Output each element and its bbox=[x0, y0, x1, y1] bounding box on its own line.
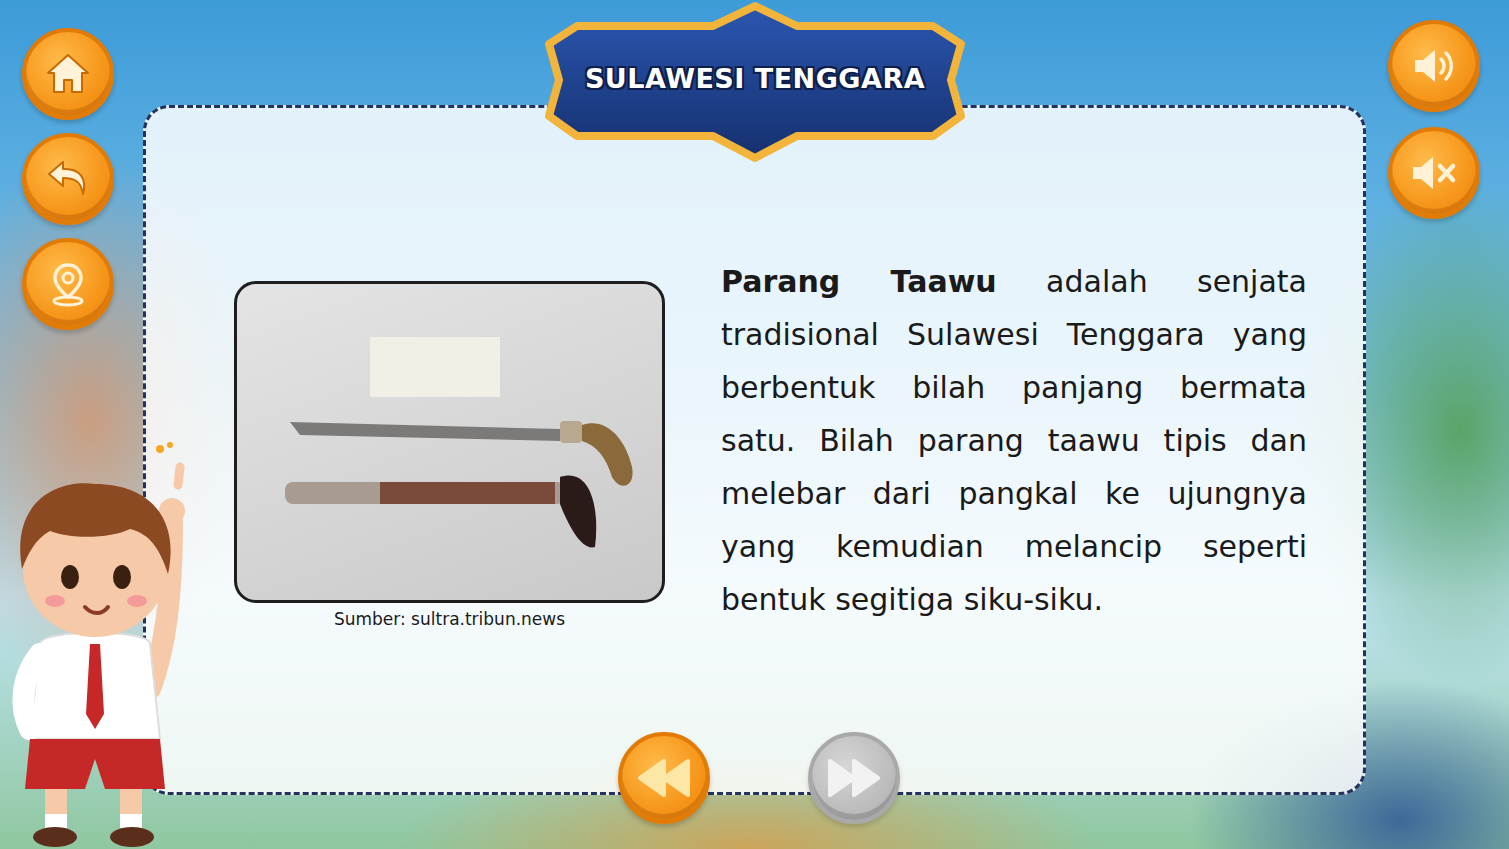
speaker-icon bbox=[1409, 41, 1459, 91]
learning-screen: Sumber: sultra.tribun.news Parang Taawu a… bbox=[0, 0, 1509, 849]
image-caption: Sumber: sultra.tribun.news bbox=[334, 609, 565, 629]
home-button[interactable] bbox=[22, 28, 114, 120]
weapon-photo bbox=[234, 281, 665, 603]
fast-forward-icon bbox=[824, 753, 884, 803]
figure: Sumber: sultra.tribun.news bbox=[234, 281, 665, 629]
rewind-icon bbox=[634, 753, 694, 803]
weapon-picture-icon bbox=[260, 317, 640, 567]
speaker-mute-icon bbox=[1409, 148, 1459, 198]
panel-content: Sumber: sultra.tribun.news Parang Taawu a… bbox=[146, 108, 1363, 732]
title-banner: SULAWESI TENGGARA bbox=[535, 0, 975, 165]
info-panel: Sumber: sultra.tribun.news Parang Taawu a… bbox=[143, 105, 1366, 795]
sound-rail bbox=[1366, 0, 1509, 849]
back-arrow-icon bbox=[43, 154, 93, 204]
mute-button[interactable] bbox=[1388, 127, 1480, 219]
previous-page-button[interactable] bbox=[618, 732, 710, 824]
location-button[interactable] bbox=[22, 238, 114, 330]
pager bbox=[146, 732, 1363, 824]
back-button[interactable] bbox=[22, 133, 114, 225]
home-icon bbox=[43, 49, 93, 99]
student-character-icon bbox=[0, 439, 200, 849]
location-pin-icon bbox=[43, 259, 93, 309]
page-title: SULAWESI TENGGARA bbox=[585, 63, 925, 94]
sound-on-button[interactable] bbox=[1388, 20, 1480, 112]
article-text: Parang Taawu adalah senjata tradisional … bbox=[721, 255, 1307, 626]
next-page-button[interactable] bbox=[808, 732, 900, 824]
article-term: Parang Taawu bbox=[721, 264, 997, 299]
